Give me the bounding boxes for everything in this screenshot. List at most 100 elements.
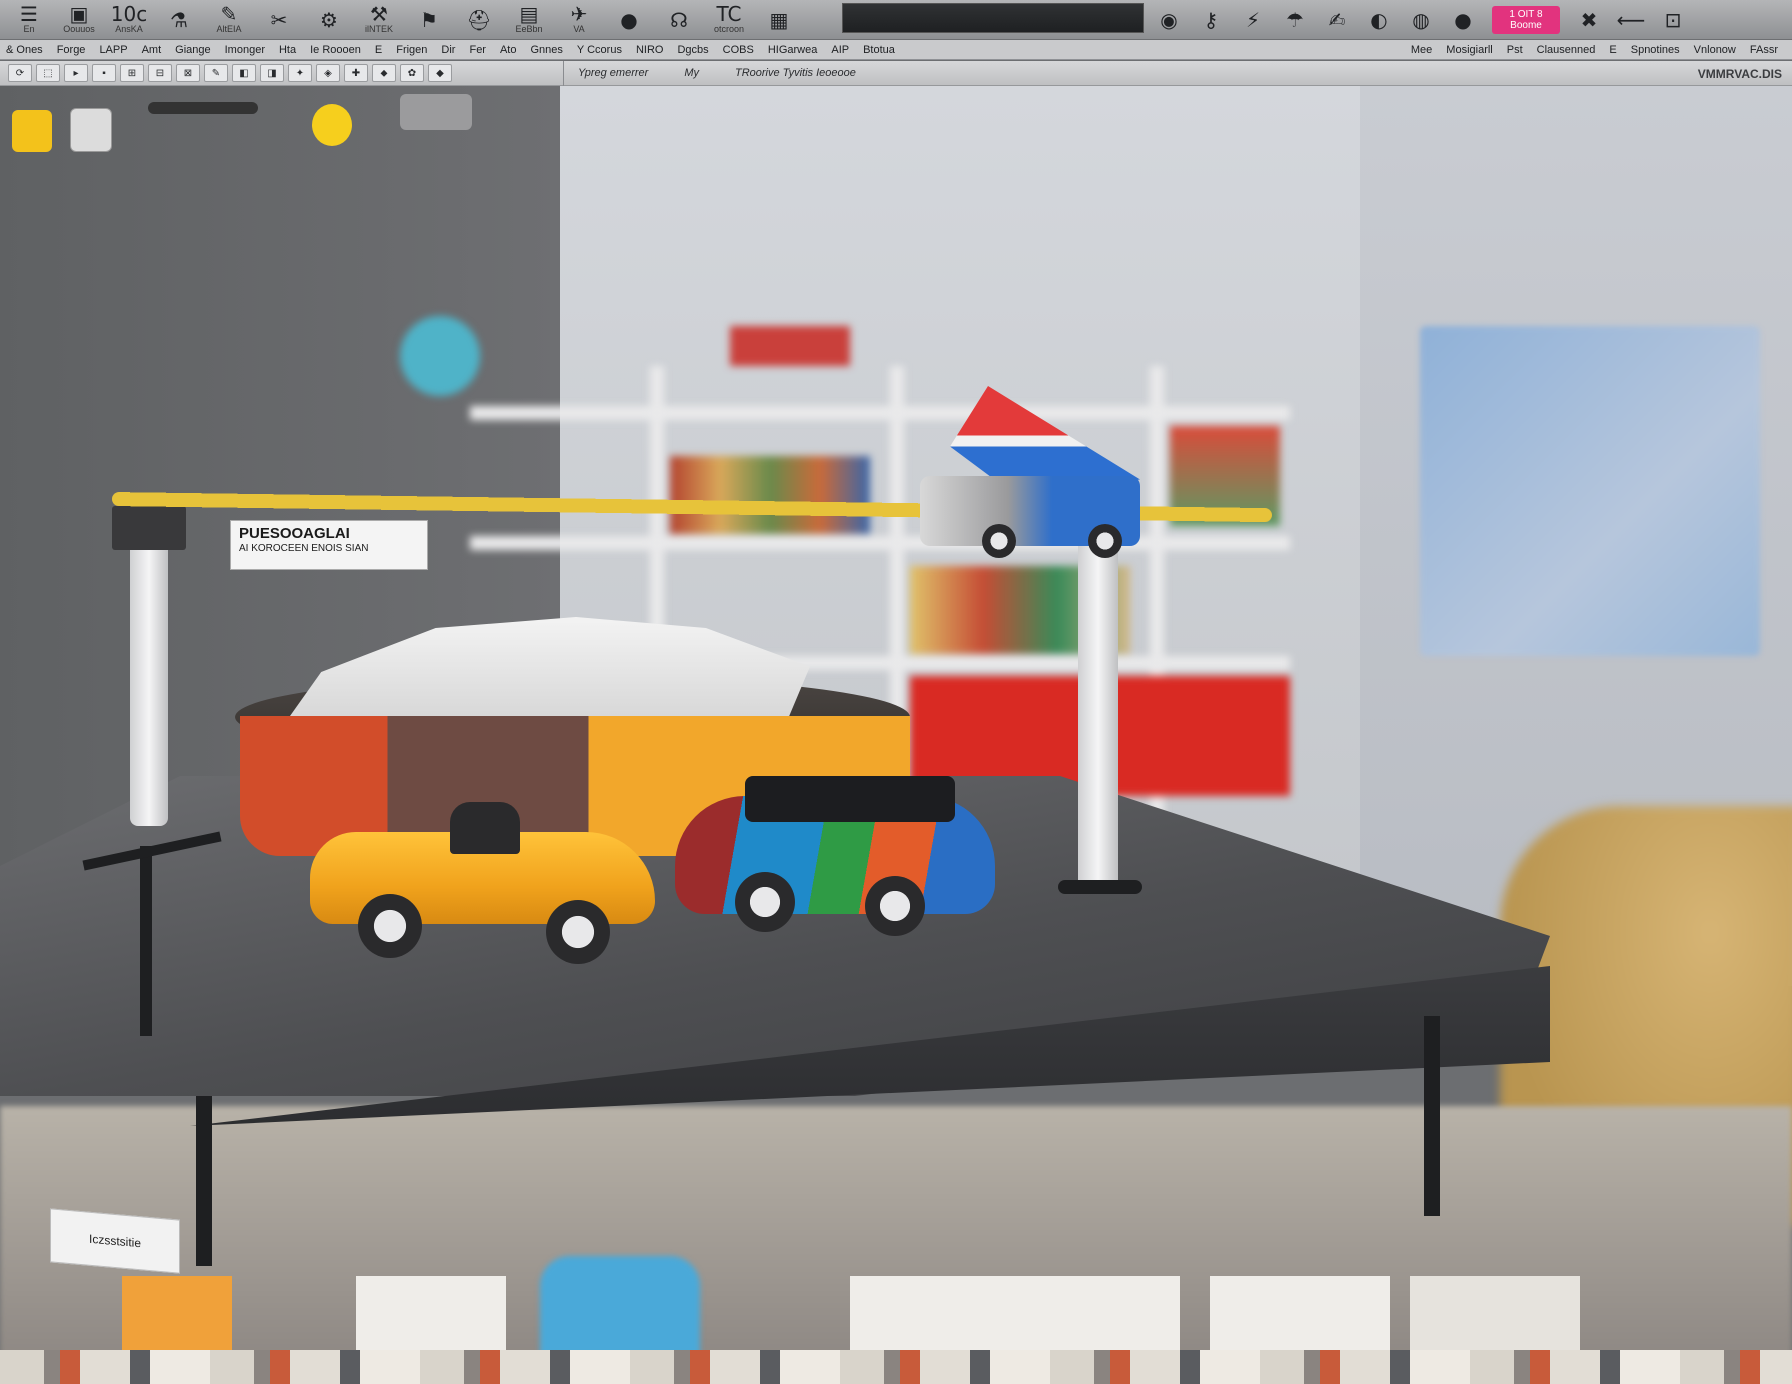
main-tool-4[interactable]: ✎ AltEIA <box>204 2 254 38</box>
tool-handle-icon[interactable] <box>148 102 258 114</box>
main-tool-0[interactable]: ☰ En <box>4 2 54 38</box>
table-leg <box>196 1096 212 1266</box>
main-tool-5[interactable]: ✂ <box>254 2 304 38</box>
main-tool-14[interactable]: TC otcroon <box>704 2 754 38</box>
menu-item[interactable]: COBS <box>723 44 754 56</box>
menu-item[interactable]: NIRO <box>636 44 664 56</box>
main-tool-11[interactable]: ✈ VA <box>554 2 604 38</box>
doc-tab[interactable]: My <box>684 67 699 79</box>
main-tool-icon: ⚑ <box>420 7 438 32</box>
mini-tool-icon[interactable]: ◈ <box>316 64 340 82</box>
doc-tab[interactable]: Ypreg emerrer <box>578 67 648 79</box>
main-tool-icon: ⚗ <box>170 7 188 32</box>
side-stand <box>140 846 152 1036</box>
yellow-folder-icon[interactable] <box>12 110 52 152</box>
main-tool-label: Oouuos <box>63 24 95 34</box>
extra-tool-2[interactable]: ⊡ <box>1652 2 1694 38</box>
menu-item[interactable]: Fer <box>469 44 486 56</box>
menu-item[interactable]: Gnnes <box>530 44 562 56</box>
mini-tool-icon[interactable]: ✿ <box>400 64 424 82</box>
address-field[interactable] <box>842 3 1144 33</box>
mini-tool-icon[interactable]: ⊠ <box>176 64 200 82</box>
menu-item[interactable]: Giange <box>175 44 210 56</box>
menu-item[interactable]: AIP <box>831 44 849 56</box>
main-tool-15[interactable]: ▦ <box>754 2 804 38</box>
menu-item[interactable]: Hta <box>279 44 296 56</box>
track-post <box>130 526 168 826</box>
right-tool-2[interactable]: ⚡ <box>1232 2 1274 38</box>
mini-tool-icon[interactable]: ◨ <box>260 64 284 82</box>
extra-tool-0[interactable]: ✖ <box>1568 2 1610 38</box>
mini-tool-icon[interactable]: ⬚ <box>36 64 60 82</box>
menu-item[interactable]: Ato <box>500 44 517 56</box>
yellow-car-wheel <box>358 894 422 958</box>
menu-item-right[interactable]: E <box>1609 44 1616 56</box>
menu-item[interactable]: Forge <box>57 44 86 56</box>
right-tool-0[interactable]: ◉ <box>1148 2 1190 38</box>
main-tool-6[interactable]: ⚙ <box>304 2 354 38</box>
right-tool-5[interactable]: ◐ <box>1358 2 1400 38</box>
main-tool-icon: 10c <box>110 2 148 26</box>
right-tool-3[interactable]: ☂ <box>1274 2 1316 38</box>
right-tool-icon: ✍ <box>1328 8 1346 32</box>
menu-item[interactable]: Ie Roooen <box>310 44 361 56</box>
menu-item[interactable]: LAPP <box>99 44 127 56</box>
menu-item[interactable]: HIGarwea <box>768 44 818 56</box>
mini-tool-icon[interactable]: ◆ <box>428 64 452 82</box>
main-tool-9[interactable]: ⛑ <box>454 2 504 38</box>
mini-tool-icon[interactable]: ✦ <box>288 64 312 82</box>
menu-item[interactable]: E <box>375 44 382 56</box>
mini-tool-icon[interactable]: ✎ <box>204 64 228 82</box>
menu-item[interactable]: & Ones <box>6 44 43 56</box>
glider-wheel <box>1088 524 1122 558</box>
main-tool-8[interactable]: ⚑ <box>404 2 454 38</box>
document-icon[interactable] <box>70 108 112 152</box>
menu-item[interactable]: Dgcbs <box>677 44 708 56</box>
menu-item[interactable]: Frigen <box>396 44 427 56</box>
main-tool-2[interactable]: 10c AnsKA <box>104 2 154 38</box>
right-tool-7[interactable]: ● <box>1442 2 1484 38</box>
menu-item-right[interactable]: Clausenned <box>1537 44 1596 56</box>
main-tool-icon: ☊ <box>670 7 688 32</box>
yellow-toy-car <box>310 792 655 964</box>
menu-item-right[interactable]: FAssr <box>1750 44 1778 56</box>
duck-icon[interactable] <box>312 104 352 146</box>
main-tool-10[interactable]: ▤ EeBbn <box>504 2 554 38</box>
extra-tool-1[interactable]: ⟵ <box>1610 2 1652 38</box>
menu-item[interactable]: Imonger <box>225 44 265 56</box>
menu-item[interactable]: Amt <box>142 44 162 56</box>
mini-tool-icon[interactable]: ▪ <box>92 64 116 82</box>
track-sign-title: PUESOOAGLAI <box>239 525 350 542</box>
race-car-wheel <box>735 872 795 932</box>
robot-arm-icon[interactable] <box>400 94 472 130</box>
mini-tool-icon[interactable]: ⊞ <box>120 64 144 82</box>
mini-tool-icon[interactable]: ⬥ <box>372 64 396 82</box>
main-tool-12[interactable]: ● <box>604 2 654 38</box>
main-tool-3[interactable]: ⚗ <box>154 2 204 38</box>
main-tool-label: En <box>23 24 35 34</box>
mini-tool-icon[interactable]: ✚ <box>344 64 368 82</box>
menu-item-right[interactable]: Spnotines <box>1631 44 1680 56</box>
menu-item[interactable]: Y Ccorus <box>577 44 622 56</box>
right-tool-1[interactable]: ⚷ <box>1190 2 1232 38</box>
main-tool-7[interactable]: ⚒ ilNTEK <box>354 2 404 38</box>
canvas-overlay-icons <box>0 86 560 156</box>
mini-tool-icon[interactable]: ⊟ <box>148 64 172 82</box>
doc-tab[interactable]: TRoorive Tyvitis Ieoeooe <box>735 67 856 79</box>
menu-item-right[interactable]: Vnlonow <box>1694 44 1736 56</box>
pink-action-button[interactable]: 1 OIT 8 Boome <box>1492 6 1560 34</box>
menu-item[interactable]: Btotua <box>863 44 895 56</box>
main-tool-13[interactable]: ☊ <box>654 2 704 38</box>
right-tool-6[interactable]: ◍ <box>1400 2 1442 38</box>
mini-tool-icon[interactable]: ⟳ <box>8 64 32 82</box>
menu-item-right[interactable]: Mosigiarll <box>1446 44 1492 56</box>
main-tool-1[interactable]: ▣ Oouuos <box>54 2 104 38</box>
mini-tool-icon[interactable]: ◧ <box>232 64 256 82</box>
race-car-wing <box>745 776 955 822</box>
track-post-cap <box>112 506 186 550</box>
menu-item[interactable]: Dir <box>441 44 455 56</box>
menu-item-right[interactable]: Mee <box>1411 44 1432 56</box>
menu-item-right[interactable]: Pst <box>1507 44 1523 56</box>
mini-tool-icon[interactable]: ▸ <box>64 64 88 82</box>
right-tool-4[interactable]: ✍ <box>1316 2 1358 38</box>
